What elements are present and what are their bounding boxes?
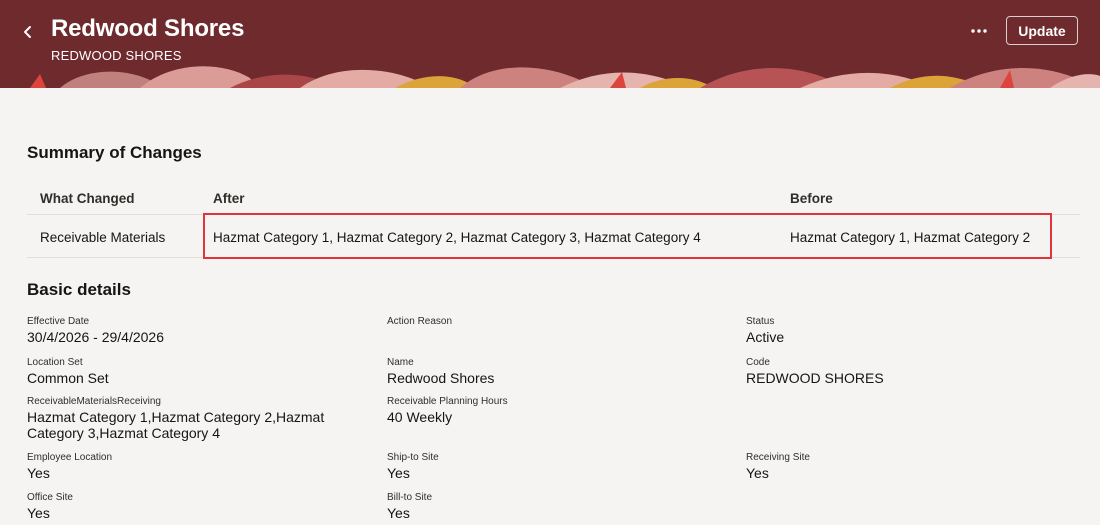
field-label: Effective Date xyxy=(27,316,90,327)
summary-title: Summary of Changes xyxy=(27,143,202,162)
update-button[interactable]: Update xyxy=(1006,16,1078,45)
field-office-site: Office Site Yes xyxy=(27,492,372,521)
field-label: Employee Location xyxy=(27,452,113,463)
field-label: ReceivableMaterialsReceiving xyxy=(27,396,161,407)
field-value: Yes xyxy=(387,505,410,521)
basic-details-title: Basic details xyxy=(27,280,131,299)
field-value: Redwood Shores xyxy=(387,370,495,386)
field-receiving-site: Receiving Site Yes xyxy=(746,452,1091,481)
field-location-set: Location Set Common Set xyxy=(27,357,372,386)
field-label: Bill-to Site xyxy=(387,492,433,503)
field-value: Yes xyxy=(746,465,769,481)
row-what-changed: Receivable Materials xyxy=(40,230,166,245)
chevron-left-icon xyxy=(24,26,31,38)
column-header-what-changed: What Changed xyxy=(40,191,135,206)
field-label: Receivable Planning Hours xyxy=(387,396,508,407)
field-status: Status Active xyxy=(746,316,1091,345)
field-code: Code REDWOOD SHORES xyxy=(746,357,1091,386)
field-value: Yes xyxy=(387,465,410,481)
field-label: Ship-to Site xyxy=(387,452,439,463)
field-employee-location: Employee Location Yes xyxy=(27,452,372,481)
field-label: Office Site xyxy=(27,492,73,503)
field-label: Name xyxy=(387,357,414,368)
field-value: Yes xyxy=(27,505,50,521)
field-receivable-materials: ReceivableMaterialsReceiving Hazmat Cate… xyxy=(27,396,372,441)
table-row: Receivable Materials Hazmat Category 1, … xyxy=(27,215,1080,258)
field-name: Name Redwood Shores xyxy=(387,357,732,386)
more-horizontal-icon xyxy=(971,29,987,33)
field-value: Yes xyxy=(27,465,50,481)
field-label: Action Reason xyxy=(387,316,453,327)
header-pattern xyxy=(30,66,1100,88)
field-value: Hazmat Category 1,Hazmat Category 2,Hazm… xyxy=(27,409,325,441)
page-title: Redwood Shores xyxy=(51,15,245,42)
field-label: Status xyxy=(746,316,775,327)
page-header: Redwood Shores REDWOOD SHORES Update xyxy=(0,0,1100,88)
more-actions-button[interactable] xyxy=(964,18,994,44)
field-value: Active xyxy=(746,329,785,345)
field-effective-date: Effective Date 30/4/2026 - 29/4/2026 xyxy=(27,316,372,345)
field-value: 40 Weekly xyxy=(387,409,453,425)
column-header-before: Before xyxy=(790,191,833,206)
summary-of-changes-table: What Changed After Before Receivable Mat… xyxy=(27,180,1080,259)
field-label: Receiving Site xyxy=(746,452,810,463)
field-bill-to-site: Bill-to Site Yes xyxy=(387,492,732,521)
table-header-row: What Changed After Before xyxy=(27,180,1080,215)
column-header-after: After xyxy=(213,191,245,206)
page-subtitle: REDWOOD SHORES xyxy=(51,48,182,63)
field-ship-to-site: Ship-to Site Yes xyxy=(387,452,732,481)
field-receivable-planning-hours: Receivable Planning Hours 40 Weekly xyxy=(387,396,732,425)
field-label: Location Set xyxy=(27,357,83,368)
field-label: Code xyxy=(746,357,770,368)
field-value: 30/4/2026 - 29/4/2026 xyxy=(27,329,165,345)
row-after-value: Hazmat Category 1, Hazmat Category 2, Ha… xyxy=(213,230,701,245)
field-value: REDWOOD SHORES xyxy=(746,370,884,386)
field-action-reason: Action Reason xyxy=(387,316,732,329)
field-value: Common Set xyxy=(27,370,109,386)
back-button[interactable] xyxy=(14,18,42,46)
row-before-value: Hazmat Category 1, Hazmat Category 2 xyxy=(790,230,1031,245)
